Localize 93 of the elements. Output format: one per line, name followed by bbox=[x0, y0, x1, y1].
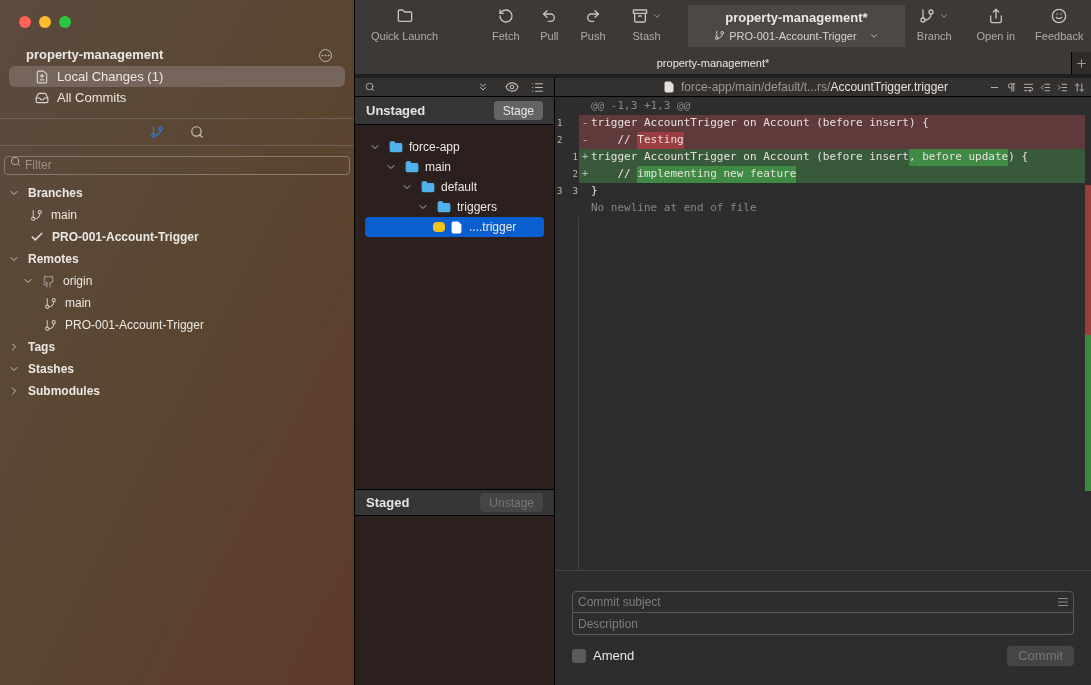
diff-sign: + bbox=[581, 166, 589, 183]
file-diff-icon bbox=[35, 69, 49, 84]
toolbar-icon bbox=[396, 7, 413, 24]
folder-row[interactable]: triggers bbox=[365, 197, 544, 217]
section-header[interactable]: Submodules bbox=[28, 382, 100, 400]
toolbar-icon bbox=[919, 7, 936, 24]
indent-icon[interactable] bbox=[1057, 81, 1068, 93]
line-number: 2 bbox=[572, 167, 578, 181]
pilcrow-icon[interactable] bbox=[1006, 81, 1017, 93]
indent-icon[interactable] bbox=[1040, 81, 1051, 93]
folder-row[interactable]: main bbox=[365, 157, 544, 177]
eye-icon[interactable] bbox=[505, 80, 519, 94]
amend-label: Amend bbox=[593, 647, 635, 666]
sidebar-item[interactable]: main bbox=[51, 206, 77, 224]
search-icon[interactable] bbox=[190, 125, 204, 139]
file-path: force-app/main/default/t...rs/AccountTrigger.trigger bbox=[681, 79, 948, 96]
search-icon[interactable] bbox=[365, 82, 375, 92]
file-icon bbox=[450, 220, 463, 234]
toolbar-icon bbox=[497, 7, 514, 24]
toolbar-icon bbox=[1051, 7, 1068, 24]
diff-sign: - bbox=[581, 132, 589, 149]
toolbar-button[interactable]: Pull bbox=[527, 7, 572, 45]
line-number: 1 bbox=[572, 150, 578, 164]
section-title: Unstaged bbox=[366, 101, 426, 120]
section-title: Staged bbox=[366, 493, 410, 512]
collapse-icon[interactable] bbox=[477, 81, 489, 93]
section-header[interactable]: Branches bbox=[28, 184, 83, 202]
diff-sign: - bbox=[581, 115, 589, 132]
code-text: implementing new feature bbox=[637, 166, 797, 183]
file-row[interactable]: ....trigger bbox=[365, 217, 544, 237]
toolbar-button[interactable]: Push bbox=[571, 7, 615, 45]
stage-button[interactable]: Stage bbox=[493, 101, 543, 120]
code-text: trigger AccountTrigger on Account (before insert bbox=[591, 149, 909, 166]
commits-icon bbox=[35, 90, 49, 105]
folder-icon bbox=[421, 180, 435, 194]
code-text: @@ -1,3 +1,3 @@ bbox=[591, 98, 691, 115]
toolbar-button[interactable]: Quick Launch bbox=[355, 7, 455, 45]
close-button[interactable] bbox=[19, 16, 31, 28]
toolbar-button[interactable]: Feedback bbox=[1027, 7, 1091, 45]
nav-item[interactable]: All Commits bbox=[9, 87, 345, 108]
section-header[interactable]: Tags bbox=[28, 338, 56, 356]
toolbar-button[interactable]: Open in bbox=[964, 7, 1028, 45]
sidebar-item[interactable]: main bbox=[65, 294, 91, 312]
code-text: trigger AccountTrigger on Account (before insert) { bbox=[591, 115, 929, 132]
toolbar-icon bbox=[631, 7, 648, 24]
sidebar-item[interactable]: origin bbox=[63, 272, 93, 290]
section-header[interactable]: Stashes bbox=[28, 360, 75, 378]
repository-selector[interactable]: property-management* PRO-001-Account-Trigger bbox=[688, 5, 905, 47]
toolbar-button[interactable]: Stash bbox=[614, 7, 679, 45]
line-number: 3 bbox=[572, 184, 578, 198]
branch-icon bbox=[714, 30, 726, 42]
toolbar-button[interactable]: Branch bbox=[904, 7, 964, 45]
line-number: 3 bbox=[557, 184, 563, 198]
folder-icon bbox=[405, 160, 419, 174]
sidebar-item[interactable]: PRO-001-Account-Trigger bbox=[65, 316, 204, 334]
toolbar-icon bbox=[987, 7, 1004, 24]
folder-row[interactable]: force-app bbox=[365, 137, 544, 157]
expand-icon[interactable] bbox=[1074, 81, 1085, 93]
code-text: // bbox=[616, 166, 632, 183]
toolbar-button[interactable]: Fetch bbox=[483, 7, 528, 45]
branch-icon[interactable] bbox=[150, 125, 164, 139]
add-tab-button[interactable] bbox=[1071, 52, 1091, 74]
wrap-icon[interactable] bbox=[1023, 81, 1034, 93]
toolbar-icon bbox=[541, 7, 558, 24]
folder-icon bbox=[389, 140, 403, 154]
line-number: 1 bbox=[557, 116, 563, 130]
toolbar-icon bbox=[585, 7, 602, 24]
code-text: Testing bbox=[637, 132, 684, 149]
code-text: ) { bbox=[1008, 149, 1029, 166]
description-field[interactable]: Description bbox=[572, 613, 1074, 635]
filter-field[interactable]: Filter bbox=[4, 155, 350, 175]
code-text: // bbox=[616, 132, 632, 149]
code-text: } bbox=[591, 183, 598, 200]
github-icon bbox=[42, 274, 55, 288]
section-header[interactable]: Remotes bbox=[28, 250, 79, 268]
nav-item[interactable]: Local Changes (1) bbox=[9, 66, 345, 87]
list-icon[interactable] bbox=[531, 80, 544, 94]
zoom-button[interactable] bbox=[59, 16, 71, 28]
repository-title: property-management bbox=[26, 46, 164, 65]
minimize-button[interactable] bbox=[39, 16, 51, 28]
diff-sign: + bbox=[581, 149, 589, 166]
template-icon[interactable] bbox=[1057, 596, 1069, 608]
plus-icon bbox=[1075, 56, 1088, 70]
file-icon bbox=[663, 81, 675, 93]
sidebar-item[interactable]: PRO-001-Account-Trigger bbox=[52, 228, 199, 246]
code-text: , before update bbox=[908, 149, 1009, 166]
line-number: 2 bbox=[557, 133, 563, 147]
code-text: No newline at end of file bbox=[591, 200, 757, 217]
search-icon bbox=[10, 156, 21, 167]
folder-icon bbox=[437, 200, 451, 214]
folder-row[interactable]: default bbox=[365, 177, 544, 197]
amend-checkbox[interactable] bbox=[572, 649, 586, 663]
commit-subject-field[interactable]: Commit subject bbox=[572, 591, 1074, 613]
